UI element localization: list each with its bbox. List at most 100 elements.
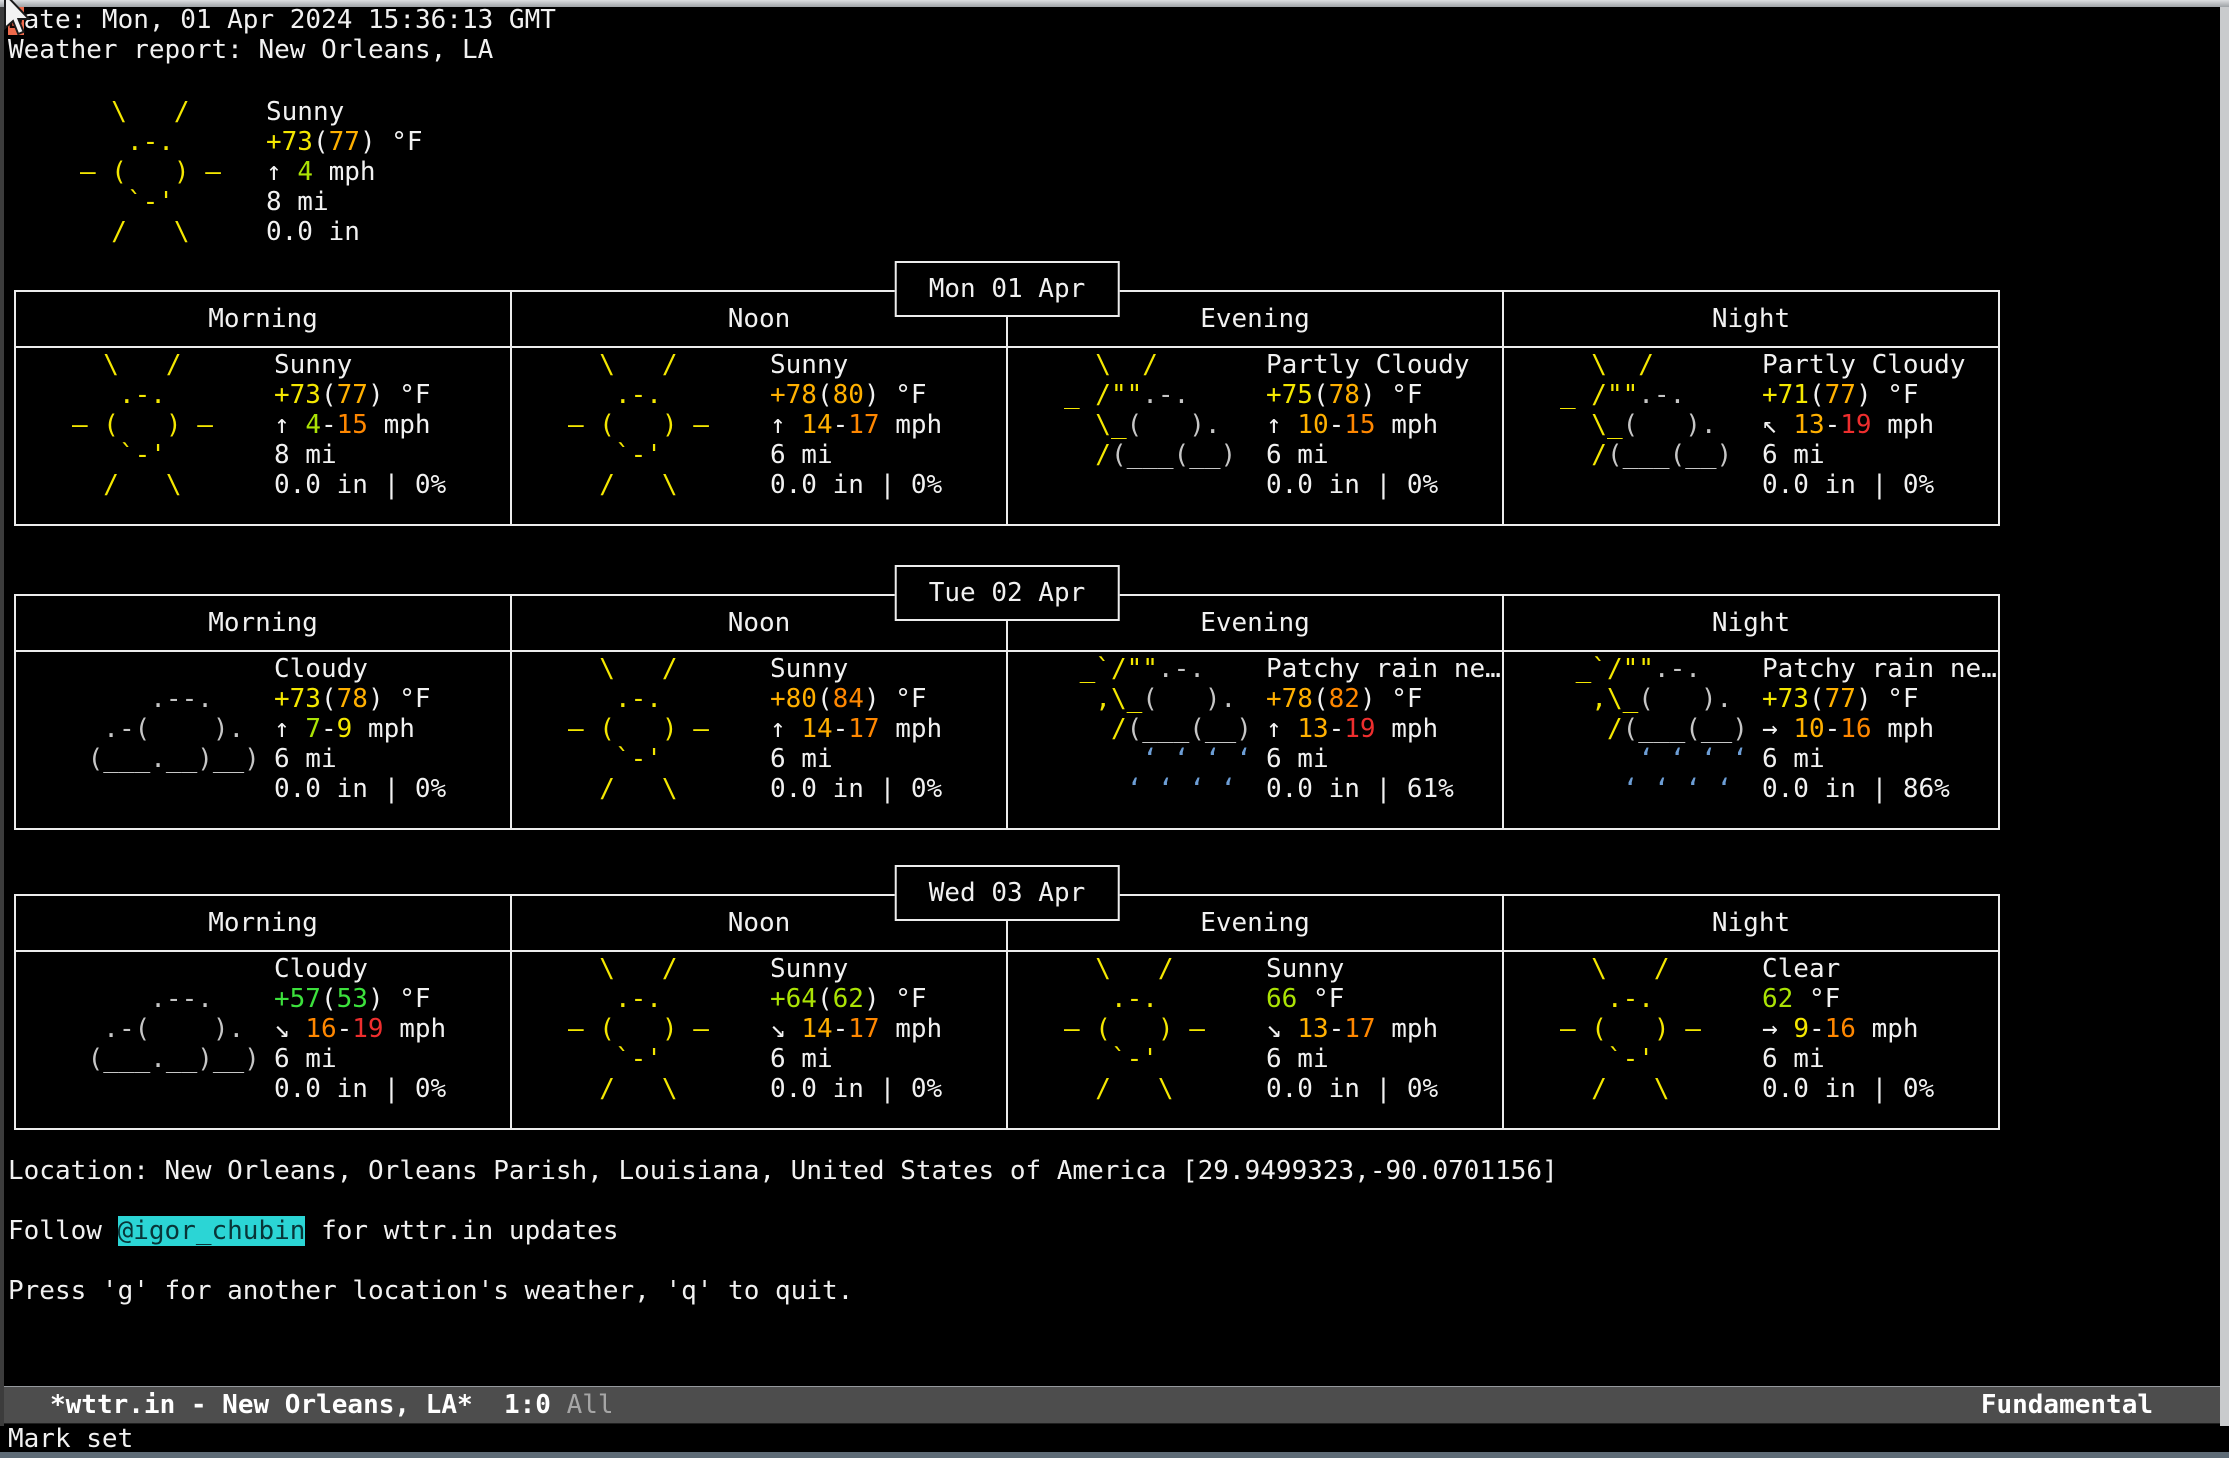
text-token: .-. — [1638, 380, 1685, 410]
text-line: _ /"".-. — [1064, 380, 1266, 410]
text-token: ) °F — [368, 380, 431, 410]
text-token: 4 — [297, 157, 313, 187]
text-line: / \ — [80, 217, 266, 247]
text-line: +75(78) °F — [1266, 380, 1502, 410]
text-line: 0.0 in | 61% — [1266, 774, 1502, 804]
text-token: Sunny — [274, 350, 352, 380]
text-token: 6 mi — [274, 744, 337, 774]
text-line: ― ( ) ― — [568, 1014, 770, 1044]
text-token: \ / — [568, 654, 678, 684]
table-body-row: .--. .-( ). (___.__)__) Cloudy+73(78) °F… — [16, 652, 1998, 828]
forecast-info: Patchy rain ne…+73(77) °F→ 10-16 mph6 mi… — [1762, 654, 1998, 828]
text-token: 53 — [337, 984, 368, 1014]
text-token: Cloudy — [274, 954, 368, 984]
text-line: +78(82) °F — [1266, 684, 1502, 714]
text-line: / \ — [568, 774, 770, 804]
text-token: - — [1825, 410, 1841, 440]
twitter-handle-link[interactable]: @igor_chubin — [118, 1216, 306, 1246]
text-line: 6 mi — [274, 1044, 510, 1074]
text-token: 0.0 in | 0% — [770, 774, 942, 804]
text-token: ) °F — [360, 127, 423, 157]
text-token: mph — [1872, 714, 1935, 744]
text-token: 0.0 in | 0% — [1762, 1074, 1934, 1104]
text-token: Clear — [1762, 954, 1840, 984]
weather-art-icon: _`/"".-. ,\_( ). /(___(__) ʻ ʻ ʻ ʻ ʻ ʻ ʻ… — [1504, 654, 1762, 828]
text-token: ― ( ) ― — [72, 410, 213, 440]
text-token: ( ). — [1127, 410, 1221, 440]
text-token: +73 — [266, 127, 313, 157]
follow-line: Follow @igor_chubin for wttr.in updates — [8, 1216, 619, 1246]
text-token: 7 — [305, 714, 321, 744]
forecast-cell-evening: _`/"".-. ,\_( ). /(___(__) ʻ ʻ ʻ ʻ ʻ ʻ ʻ… — [1006, 652, 1502, 828]
text-token: Sunny — [770, 654, 848, 684]
text-line: `-' — [80, 187, 266, 217]
text-line: `-' — [568, 440, 770, 470]
minibuffer-message: Mark set — [8, 1424, 133, 1454]
text-token: `-' — [1064, 1044, 1158, 1074]
col-header-night: Night — [1502, 596, 1998, 650]
text-token: ↑ — [770, 714, 801, 744]
text-token: ,\_ — [1064, 684, 1142, 714]
text-line: (___.__)__) — [72, 744, 274, 774]
text-token: .-. — [72, 380, 166, 410]
text-token: 0.0 in | 0% — [770, 470, 942, 500]
text-token: - — [1329, 1014, 1345, 1044]
text-line: ↑ 14-17 mph — [770, 410, 1006, 440]
text-token: (___.__)__) — [72, 1044, 260, 1074]
text-line: ʻ ʻ ʻ ʻ — [1064, 744, 1266, 774]
text-token: .-. — [1064, 984, 1158, 1014]
text-token: ( — [817, 984, 833, 1014]
text-line: ,\_( ). — [1560, 684, 1762, 714]
text-token: +78 — [1266, 684, 1313, 714]
text-line: 6 mi — [770, 440, 1006, 470]
text-token: +78 — [770, 380, 817, 410]
cursor-position: 1:0 — [504, 1390, 551, 1420]
text-token: Partly Cloudy — [1762, 350, 1966, 380]
text-token: +73 — [274, 380, 321, 410]
text-token: 80 — [833, 380, 864, 410]
text-token: \ / — [568, 350, 678, 380]
emacs-modeline[interactable]: *wttr.in - New Orleans, LA* 1:0 All Fund… — [0, 1386, 2229, 1424]
date-text: ate: Mon, 01 Apr 2024 15:36:13 GMT — [24, 5, 556, 35]
text-token: 19 — [1344, 714, 1375, 744]
text-token: ( — [321, 380, 337, 410]
text-token: 13 — [1793, 410, 1824, 440]
day-title-box: Tue 02 Apr — [895, 565, 1120, 621]
table-body-row: .--. .-( ). (___.__)__) Cloudy+57(53) °F… — [16, 952, 1998, 1128]
text-token: \ / — [1560, 954, 1670, 984]
scrollbar[interactable] — [2220, 7, 2229, 1426]
text-token: - — [337, 1014, 353, 1044]
text-token: Partly Cloudy — [1266, 350, 1470, 380]
text-line: .-. — [568, 984, 770, 1014]
text-token: ( — [1809, 684, 1825, 714]
text-line: 6 mi — [770, 1044, 1006, 1074]
forecast-info: Partly Cloudy+71(77) °F↖ 13-19 mph6 mi0.… — [1762, 350, 1998, 524]
text-line: .--. — [72, 684, 274, 714]
text-token: 8 mi — [266, 187, 329, 217]
text-line: \ / — [80, 97, 266, 127]
text-line: +57(53) °F — [274, 984, 510, 1014]
text-token: +64 — [770, 984, 817, 1014]
mouse-pointer-icon — [1, 0, 35, 40]
report-location-line: Weather report: New Orleans, LA — [8, 35, 556, 65]
text-token: ʻ ʻ ʻ ʻ — [1560, 744, 1748, 774]
text-line: +73(77) °F — [266, 127, 423, 157]
text-token: / \ — [72, 470, 182, 500]
follow-suffix: for wttr.in updates — [305, 1216, 618, 1246]
text-line: .-. — [1560, 984, 1762, 1014]
text-line: Clear — [1762, 954, 1998, 984]
text-token: ( — [817, 380, 833, 410]
text-token: ʻ ʻ ʻ ʻ — [1064, 774, 1236, 804]
text-line: \ / — [568, 954, 770, 984]
text-line: 66 °F — [1266, 984, 1502, 1014]
text-line: / \ — [72, 470, 274, 500]
major-mode-label[interactable]: Fundamental — [1981, 1390, 2153, 1420]
text-token: `-' — [72, 440, 166, 470]
forecast-info: Partly Cloudy+75(78) °F↑ 10-15 mph6 mi0.… — [1266, 350, 1502, 524]
text-token: - — [833, 410, 849, 440]
text-token: 62 — [1762, 984, 1793, 1014]
text-token: ,\_ — [1560, 684, 1638, 714]
text-line: 8 mi — [266, 187, 423, 217]
text-line: 62 °F — [1762, 984, 1998, 1014]
text-token: \ / — [1560, 350, 1654, 380]
